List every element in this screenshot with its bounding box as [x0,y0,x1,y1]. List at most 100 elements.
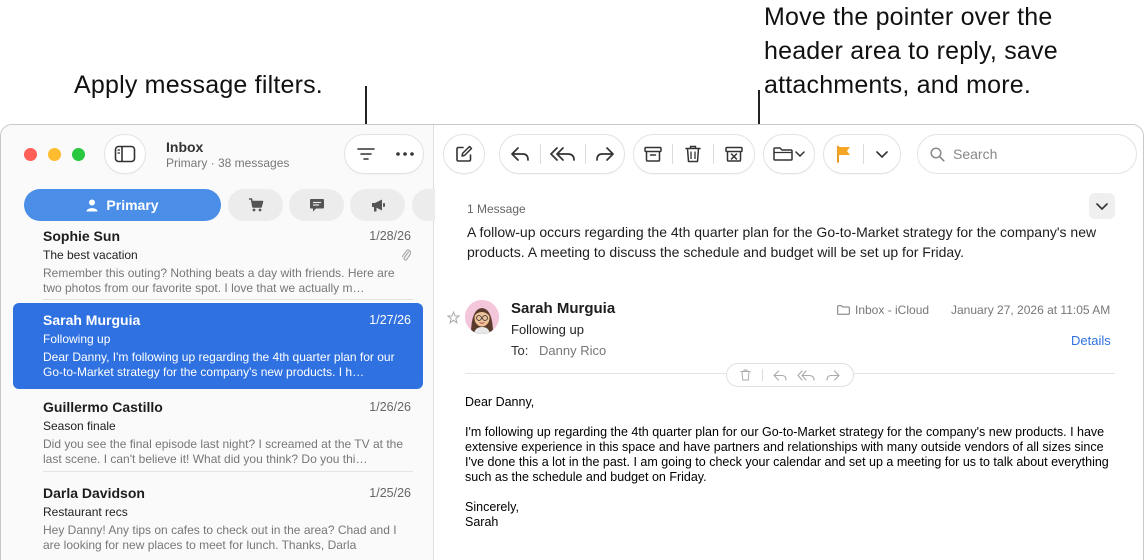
paperclip-icon [401,248,411,262]
list-item[interactable]: Guillermo Castillo 1/26/26 Season finale… [13,399,423,485]
archive-icon [644,146,662,162]
close-window-button[interactable] [24,148,37,161]
message-preview: Dear Danny, I'm following up regarding t… [43,350,395,379]
message-sender: Guillermo Castillo [43,399,163,415]
minimize-window-button[interactable] [48,148,61,161]
search-placeholder: Search [953,146,998,162]
toggle-sidebar-button[interactable] [104,134,146,174]
flag-group [823,134,901,174]
message-preview: Hey Danny! Any tips on cafes to check ou… [43,523,397,552]
message-list-pane: Inbox Primary · 38 messages Primary Soph… [1,125,452,560]
expand-summary-button[interactable] [1089,193,1115,219]
reply-icon [511,147,529,161]
list-divider [43,299,413,300]
message-subject: The best vacation [43,248,138,262]
callout-header: Move the pointer over the header area to… [764,3,1058,99]
compose-button[interactable] [443,134,485,174]
cart-icon [248,198,263,212]
filter-more-group [344,134,424,174]
search-input[interactable]: Search [917,134,1137,174]
ellipsis-icon [396,152,414,156]
toolbar-separator [761,369,763,381]
message-date: 1/26/26 [369,400,411,414]
chevron-down-icon [876,150,889,158]
search-icon [930,146,945,162]
move-to-mailbox-button[interactable] [763,134,815,174]
message-date: 1/25/26 [369,486,411,500]
recipient-name[interactable]: Danny Rico [539,343,606,358]
more-button[interactable] [387,135,423,173]
message-subject: Following up [511,322,584,337]
message-date: 1/28/26 [369,229,411,243]
body-greeting: Dear Danny, [465,395,535,409]
message-sender: Sophie Sun [43,228,120,244]
mailbox-location-label: Inbox - iCloud [855,303,930,317]
tab-promotions[interactable] [350,189,405,221]
message-date: 1/27/26 [369,313,411,327]
archive-delete-group [633,134,755,174]
callout-filters: Apply message filters. [74,71,323,99]
message-sender: Sarah Murguia [43,312,141,328]
flag-button[interactable] [824,135,863,173]
reply-forward-group [499,134,625,174]
forward-icon [596,147,614,161]
forward-button[interactable] [586,135,624,173]
flag-options-button[interactable] [864,135,900,173]
mailbox-title: Inbox [166,139,204,155]
trash-icon [685,145,701,163]
reply-all-button[interactable] [541,135,585,173]
message-body: Dear Danny, I'm following up regarding t… [465,395,1125,530]
list-item[interactable]: Darla Davidson 1/25/26 Restaurant recs H… [13,485,423,560]
header-hover-actions [726,363,854,387]
archive-button[interactable] [634,135,672,173]
reply-all-icon [550,147,575,161]
avatar [465,300,499,334]
trash-icon[interactable] [740,369,751,381]
junk-button[interactable] [714,135,754,173]
compose-icon [456,145,473,162]
body-signoff: Sincerely, Sarah [465,500,519,529]
folder-icon [837,305,850,315]
star-icon[interactable] [447,311,460,324]
message-subject: Season finale [43,419,116,433]
megaphone-icon [371,199,385,211]
reading-pane: Search 1 Message A follow-up occurs rega… [435,125,1143,560]
reply-all-icon[interactable] [797,369,815,381]
message-bubble-icon [309,198,324,211]
reply-button[interactable] [500,135,540,173]
sender-name[interactable]: Sarah Murguia [511,300,615,317]
message-preview: Remember this outing? Nothing beats a da… [43,266,395,295]
thread-count: 1 Message [467,202,526,216]
list-item[interactable]: Sophie Sun 1/28/26 The best vacation Rem… [13,228,423,314]
mail-window: Inbox Primary · 38 messages Primary Soph… [0,124,1144,560]
mailbox-subtitle: Primary · 38 messages [166,156,290,170]
message-subject: Following up [43,332,111,346]
filter-icon [357,148,375,160]
chevron-down-icon [1096,202,1108,210]
mailbox-location: Inbox - iCloud [837,303,929,317]
person-icon [86,199,98,211]
list-item-selected[interactable]: Sarah Murguia 1/27/26 Following up Dear … [13,303,423,389]
message-date: January 27, 2026 at 11:05 AM [951,303,1111,317]
message-summary: A follow-up occurs regarding the 4th qua… [467,224,1097,260]
delete-button[interactable] [673,135,713,173]
flag-icon [836,145,850,163]
tab-transactions[interactable] [228,189,283,221]
filter-button[interactable] [345,135,387,173]
recipient-label: To: [511,343,529,358]
list-divider [43,471,413,472]
message-preview: Did you see the final episode last night… [43,437,403,466]
folder-icon [773,147,793,161]
reply-icon[interactable] [773,369,787,381]
sidebar-icon [114,145,136,163]
tab-primary-label: Primary [106,197,159,213]
zoom-window-button[interactable] [72,148,85,161]
message-sender: Darla Davidson [43,485,145,501]
junk-icon [725,146,743,162]
tab-primary[interactable]: Primary [24,189,221,221]
details-link[interactable]: Details [1071,333,1111,348]
chevron-down-icon [795,151,805,157]
forward-icon[interactable] [826,369,840,381]
body-paragraph: I'm following up regarding the 4th quart… [465,425,1109,484]
tab-updates[interactable] [289,189,344,221]
